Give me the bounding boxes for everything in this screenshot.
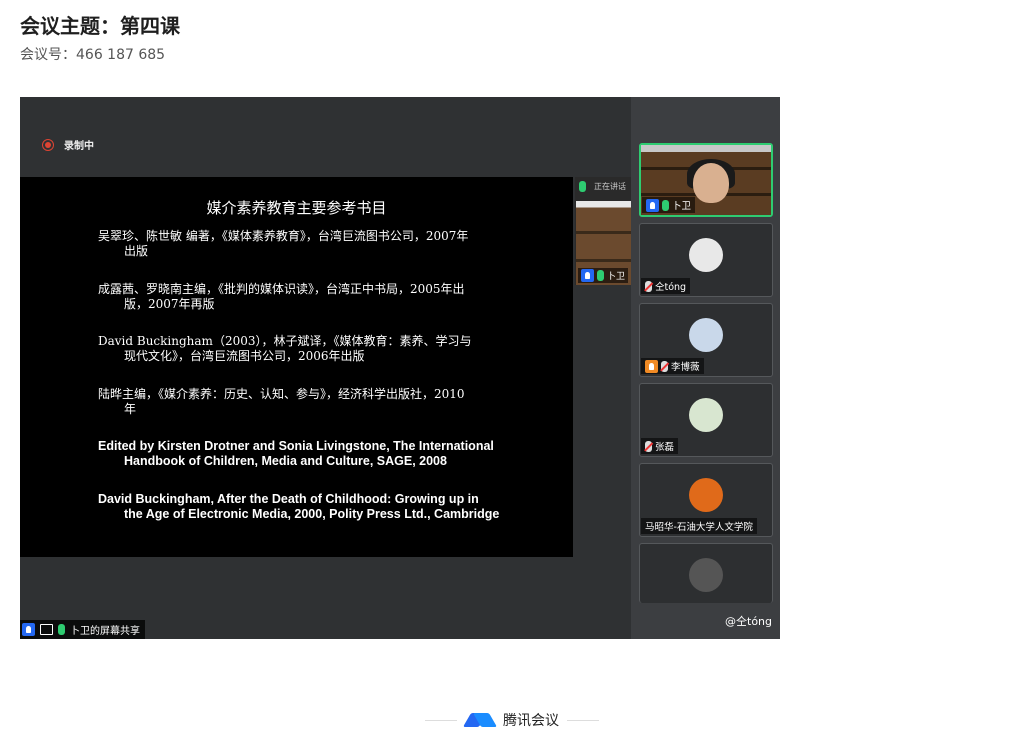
speaking-label: 正在讲话 bbox=[594, 182, 626, 191]
mic-icon bbox=[579, 181, 586, 192]
reference-item: David Buckingham（2003），林子斌译，《媒体教育：素养、学习与… bbox=[98, 334, 558, 364]
participant-name: 马昭华-石油大学人文学院 bbox=[645, 522, 753, 533]
mic-muted-icon bbox=[661, 360, 668, 372]
brand-name: 腾讯会议 bbox=[503, 713, 559, 729]
meeting-title: 会议主题：第四课 bbox=[20, 14, 180, 38]
participant-label: 马昭华-石油大学人文学院 bbox=[641, 518, 757, 534]
tencent-meeting-logo-icon bbox=[462, 713, 498, 727]
participant-tile[interactable]: 卜卫 bbox=[639, 143, 773, 217]
reference-line: Handbook of Children, Media and Culture,… bbox=[124, 454, 447, 468]
reference-item: 陆晔主编，《媒介素养：历史、认知、参与》，经济科学出版社，2010 年 bbox=[98, 387, 558, 417]
footer-brand: 腾讯会议 bbox=[424, 710, 600, 730]
share-label-text: 卜卫的屏幕共享 bbox=[70, 626, 140, 637]
screen-share-icon bbox=[40, 624, 53, 635]
divider bbox=[567, 719, 599, 721]
participant-tile[interactable] bbox=[639, 543, 773, 603]
reference-item: 成露茜、罗晓南主编，《批判的媒体识读》，台湾正中书局，2005年出 版，2007… bbox=[98, 282, 558, 312]
inner-name-label: 卜卫 bbox=[578, 268, 629, 283]
reference-item: 吴翠珍、陈世敏 编著，《媒体素养教育》，台湾巨流图书公司，2007年 出版 bbox=[98, 229, 558, 259]
user-icon bbox=[22, 623, 35, 636]
mic-muted-icon bbox=[645, 280, 652, 292]
mic-icon bbox=[597, 270, 604, 281]
participant-name: 张磊 bbox=[655, 442, 675, 453]
user-icon bbox=[581, 269, 594, 282]
reference-line: 版，2007年再版 bbox=[124, 297, 215, 311]
participant-name: 卜卫 bbox=[672, 201, 692, 212]
avatar bbox=[689, 318, 723, 352]
reference-line: 成露茜、罗晓南主编，《批判的媒体识读》，台湾正中书局，2005年出 bbox=[98, 282, 465, 296]
avatar bbox=[689, 478, 723, 512]
divider bbox=[425, 719, 457, 721]
mic-icon bbox=[58, 624, 65, 635]
participant-name: 仝tóng bbox=[655, 282, 687, 293]
reference-line: 现代文化》，台湾巨流图书公司，2006年出版 bbox=[124, 349, 365, 363]
presentation-slide: 媒介素养教育主要参考书目 吴翠珍、陈世敏 编著，《媒体素养教育》，台湾巨流图书公… bbox=[20, 177, 573, 557]
user-icon bbox=[645, 359, 658, 373]
reference-line: David Buckingham, After the Death of Chi… bbox=[98, 492, 479, 506]
mic-icon bbox=[662, 199, 669, 211]
recording-label: 录制中 bbox=[64, 141, 94, 152]
inner-speaker-strip: 正在讲话 卜卫 bbox=[575, 177, 633, 285]
inner-name: 卜卫 bbox=[607, 272, 626, 282]
participant-tile[interactable]: 李博薇 bbox=[639, 303, 773, 377]
meeting-id: 会议号：466 187 685 bbox=[20, 47, 166, 63]
mention-label: @仝tóng bbox=[725, 615, 772, 628]
slide-title: 媒介素养教育主要参考书目 bbox=[206, 199, 387, 217]
reference-line: 出版 bbox=[124, 244, 149, 258]
recording-indicator: 录制中 bbox=[42, 137, 94, 152]
reference-item: David Buckingham, After the Death of Chi… bbox=[98, 492, 558, 522]
avatar bbox=[689, 558, 723, 592]
participant-label: 张磊 bbox=[641, 438, 679, 454]
avatar bbox=[689, 398, 723, 432]
reference-line: the Age of Electronic Media, 2000, Polit… bbox=[124, 507, 500, 521]
participant-label: 仝tóng bbox=[641, 278, 691, 294]
user-icon bbox=[646, 198, 659, 212]
reference-line: 陆晔主编，《媒介素养：历史、认知、参与》，经济科学出版社，2010 bbox=[98, 387, 465, 401]
page: 会议主题：第四课 会议号：466 187 685 录制中 媒介素养教育主要参考书… bbox=[0, 0, 1024, 748]
mic-muted-icon bbox=[645, 440, 652, 452]
avatar bbox=[689, 238, 723, 272]
participant-sidebar: 卜卫 仝tóng 李博薇 张磊 马昭华-石油大学人文学院 @仝tóng bbox=[631, 97, 780, 639]
reference-item: Edited by Kirsten Drotner and Sonia Livi… bbox=[98, 439, 558, 469]
screen-share-label: 卜卫的屏幕共享 bbox=[20, 620, 145, 639]
participant-tile[interactable]: 仝tóng bbox=[639, 223, 773, 297]
participant-label: 李博薇 bbox=[641, 358, 704, 374]
record-icon bbox=[42, 138, 54, 151]
participant-name: 李博薇 bbox=[671, 362, 700, 373]
reference-line: 吴翠珍、陈世敏 编著，《媒体素养教育》，台湾巨流图书公司，2007年 bbox=[98, 229, 469, 243]
inner-video-thumbnail: 卜卫 bbox=[576, 201, 632, 285]
shared-screen-recording[interactable]: 录制中 媒介素养教育主要参考书目 吴翠珍、陈世敏 编著，《媒体素养教育》，台湾巨… bbox=[20, 97, 780, 639]
reference-line: David Buckingham（2003），林子斌译，《媒体教育：素养、学习与 bbox=[98, 334, 472, 348]
speaking-indicator: 正在讲话 bbox=[579, 181, 626, 192]
participant-tile[interactable]: 马昭华-石油大学人文学院 bbox=[639, 463, 773, 537]
reference-line: Edited by Kirsten Drotner and Sonia Livi… bbox=[98, 439, 494, 453]
participant-label: 卜卫 bbox=[642, 197, 696, 213]
reference-line: 年 bbox=[124, 402, 137, 416]
participant-tile[interactable]: 张磊 bbox=[639, 383, 773, 457]
